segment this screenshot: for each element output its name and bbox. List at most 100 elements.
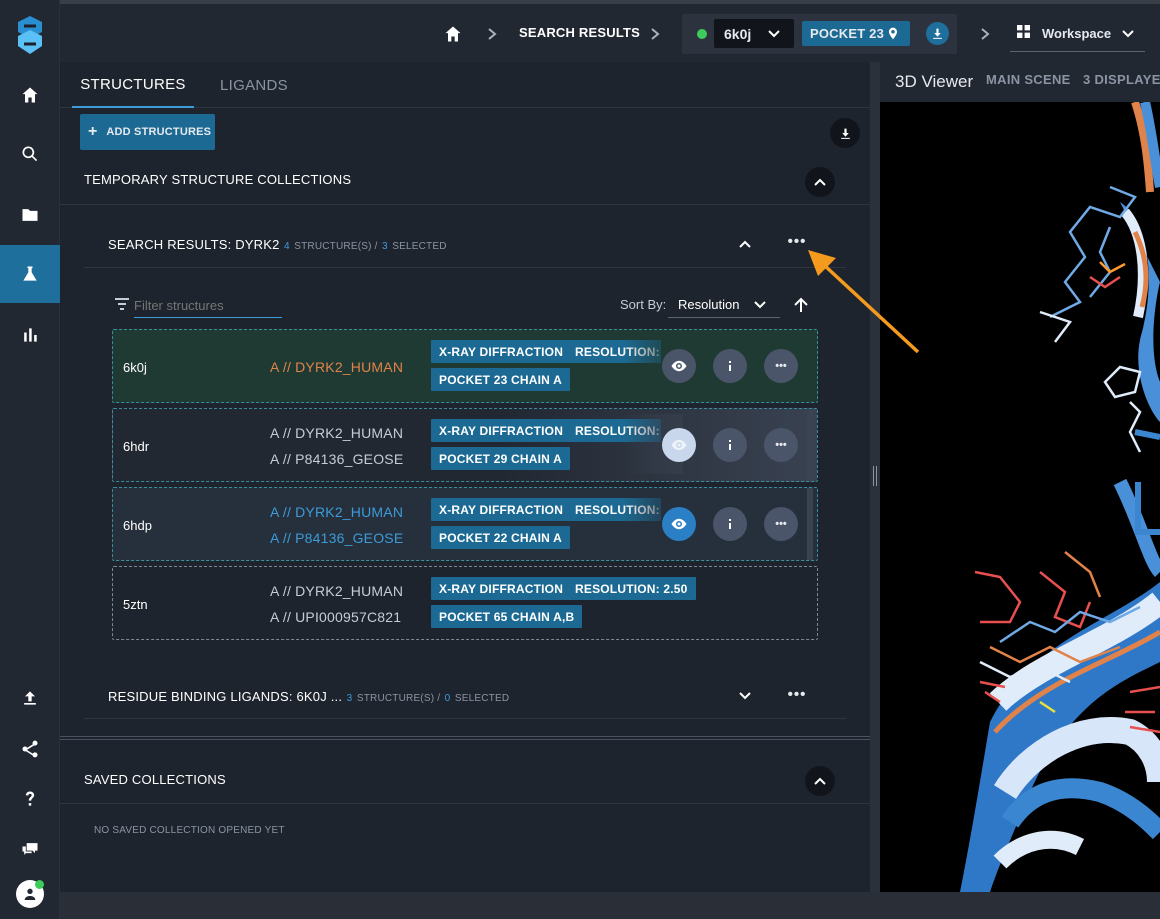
structure-pdb-id: 5ztn: [123, 597, 148, 612]
more-horizontal-icon: •••: [775, 439, 787, 451]
toggle-visibility-button[interactable]: [662, 349, 696, 383]
download-all-button[interactable]: [830, 118, 860, 148]
viewer-tab-displayed[interactable]: 3 DISPLAYED: [1083, 72, 1160, 87]
share-nav-button[interactable]: [0, 726, 60, 772]
chevron-up-icon: [814, 178, 826, 186]
pocket-chip[interactable]: POCKET 23: [802, 21, 910, 46]
panel-splitter[interactable]: [870, 62, 880, 892]
viewer-tab-main-scene[interactable]: MAIN SCENE: [986, 72, 1071, 87]
search-group-header: SEARCH RESULTS: DYRK2 4 STRUCTURE(S) / 3…: [108, 236, 447, 254]
saved-collections-title: SAVED COLLECTIONS: [84, 772, 226, 787]
method-tag: X-RAY DIFFRACTION: [431, 340, 572, 363]
structure-chain: A // DYRK2_HUMAN: [270, 359, 404, 375]
resolution-tag: RESOLUTION: 2.50: [567, 577, 696, 600]
chevron-up-icon[interactable]: [739, 238, 751, 250]
eye-icon: [671, 360, 687, 372]
info-icon: [729, 361, 731, 371]
download-structure-button[interactable]: [926, 22, 949, 45]
home-nav-button[interactable]: [0, 72, 60, 118]
structure-chain: A // DYRK2_HUMAN: [270, 425, 404, 441]
tab-ligands[interactable]: LIGANDS: [220, 62, 288, 108]
sort-select-value: Resolution: [678, 297, 740, 312]
upload-nav-button[interactable]: [0, 675, 60, 721]
workspace-select[interactable]: Workspace: [1010, 18, 1145, 52]
ligand-group-title: RESIDUE BINDING LIGANDS: 6K0J ...: [108, 689, 343, 704]
tab-structures[interactable]: STRUCTURES: [72, 62, 194, 108]
structure-select[interactable]: 6k0j: [714, 19, 794, 48]
ligand-group-more-button[interactable]: •••: [787, 685, 807, 705]
breadcrumb-search-results[interactable]: SEARCH RESULTS: [519, 25, 640, 40]
structure-pdb-id: 6hdr: [123, 439, 150, 454]
lab-nav-button[interactable]: [0, 245, 60, 303]
structure-info-button[interactable]: [713, 349, 747, 383]
structure-info-button[interactable]: [713, 428, 747, 462]
scrollbar-thumb[interactable]: [807, 409, 813, 481]
analytics-nav-button[interactable]: [0, 312, 60, 358]
divider: [60, 803, 870, 804]
structure-card[interactable]: 6hdr A // DYRK2_HUMAN A // P84136_GEOSE …: [112, 408, 818, 482]
search-group-count: 4: [284, 241, 290, 252]
help-nav-button[interactable]: [0, 776, 60, 822]
map-pin-icon: [888, 27, 898, 40]
3d-viewer[interactable]: 3D Viewer MAIN SCENE 3 DISPLAYED: [880, 62, 1160, 892]
download-icon: [840, 128, 850, 139]
method-tag: X-RAY DIFFRACTION: [431, 498, 572, 521]
filter-structures-input[interactable]: [134, 294, 282, 318]
chevron-down-icon[interactable]: [739, 690, 751, 702]
search-group-title: SEARCH RESULTS: DYRK2: [108, 237, 280, 252]
section-divider: [60, 736, 870, 740]
structure-chain: A // P84136_GEOSE: [270, 530, 404, 546]
left-rail: [0, 0, 60, 919]
chevron-down-icon: [754, 301, 766, 309]
structure-more-button[interactable]: •••: [764, 349, 798, 383]
toggle-visibility-button[interactable]: [662, 507, 696, 541]
divider: [84, 267, 846, 268]
upload-icon: [24, 691, 36, 705]
user-icon: [24, 888, 36, 900]
status-footer: [60, 892, 1160, 919]
structure-info-button[interactable]: [713, 507, 747, 541]
structure-card[interactable]: 5ztn A // DYRK2_HUMAN A // UPI000957C821…: [112, 566, 818, 640]
structure-chain: A // P84136_GEOSE: [270, 451, 404, 467]
toggle-visibility-button[interactable]: [662, 428, 696, 462]
structure-card[interactable]: 6hdp A // DYRK2_HUMAN A // P84136_GEOSE …: [112, 487, 818, 561]
eye-icon: [671, 439, 687, 451]
chevron-right-icon: [488, 28, 497, 40]
search-nav-button[interactable]: [0, 131, 60, 177]
collapse-saved-button[interactable]: [805, 766, 835, 796]
collapse-temp-button[interactable]: [805, 167, 835, 197]
home-breadcrumb-icon[interactable]: [443, 24, 463, 44]
scrollbar-thumb[interactable]: [807, 488, 813, 560]
structure-chain: A // DYRK2_HUMAN: [270, 583, 404, 599]
status-dot: [697, 29, 707, 39]
pocket-tag: POCKET 23 CHAIN A: [431, 368, 570, 391]
chat-icon: [22, 843, 38, 855]
add-structures-label: ADD STRUCTURES: [106, 126, 212, 138]
chevron-right-icon: [981, 28, 990, 40]
structure-more-button[interactable]: •••: [764, 507, 798, 541]
app-logo[interactable]: [12, 14, 48, 56]
divider: [84, 718, 846, 719]
ligand-group-selected: 0: [444, 693, 451, 704]
plus-icon: +: [88, 123, 98, 140]
sort-by-label: Sort By:: [620, 297, 667, 312]
home-icon: [22, 87, 38, 103]
online-status-dot: [35, 880, 44, 889]
info-icon: [729, 440, 731, 450]
info-icon: [729, 519, 731, 529]
sort-select[interactable]: Resolution: [668, 288, 780, 318]
temp-collections-title: TEMPORARY STRUCTURE COLLECTIONS: [84, 172, 352, 187]
bar-chart-icon: [24, 328, 37, 342]
add-structures-button[interactable]: + ADD STRUCTURES: [80, 114, 215, 150]
structure-more-button[interactable]: •••: [764, 428, 798, 462]
flask-icon: [23, 266, 37, 281]
chevron-down-icon: [1122, 30, 1134, 38]
method-tag: X-RAY DIFFRACTION: [431, 577, 572, 600]
chat-nav-button[interactable]: [0, 826, 60, 872]
structure-pdb-id: 6hdp: [123, 518, 152, 533]
ligand-group-count-label: STRUCTURE(S) /: [356, 693, 441, 704]
structure-card[interactable]: 6k0j A // DYRK2_HUMAN X-RAY DIFFRACTION …: [112, 329, 818, 403]
ligand-group-selected-label: SELECTED: [454, 693, 510, 704]
folder-nav-button[interactable]: [0, 192, 60, 238]
structure-chain: A // UPI000957C821: [270, 609, 402, 625]
